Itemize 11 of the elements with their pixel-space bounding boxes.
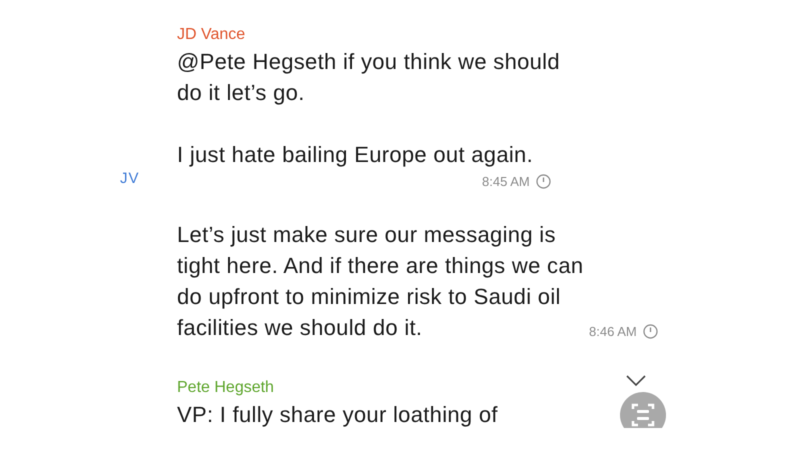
clock-icon — [536, 174, 551, 189]
message-text: @Pete Hegseth if you think we should do it let’s go. I just hate bailing Europe out again. — [177, 48, 561, 169]
avatar-initials: JV — [120, 170, 140, 187]
message-time: 8:46 AM — [589, 324, 637, 339]
sender-name: JD Vance — [177, 25, 246, 45]
message-text: Let’s just make sure our messaging is tight here. And if there are things we can do upfront to minimize risk to Saudi oil facilities we should do it. — [177, 221, 584, 342]
message-time: 8:45 AM — [482, 174, 530, 189]
chevron-down-icon[interactable] — [626, 375, 646, 387]
clock-icon — [642, 324, 658, 339]
message-text: VP: I fully share your loathing of — [177, 401, 499, 428]
sender-name: Pete Hegseth — [177, 378, 274, 398]
